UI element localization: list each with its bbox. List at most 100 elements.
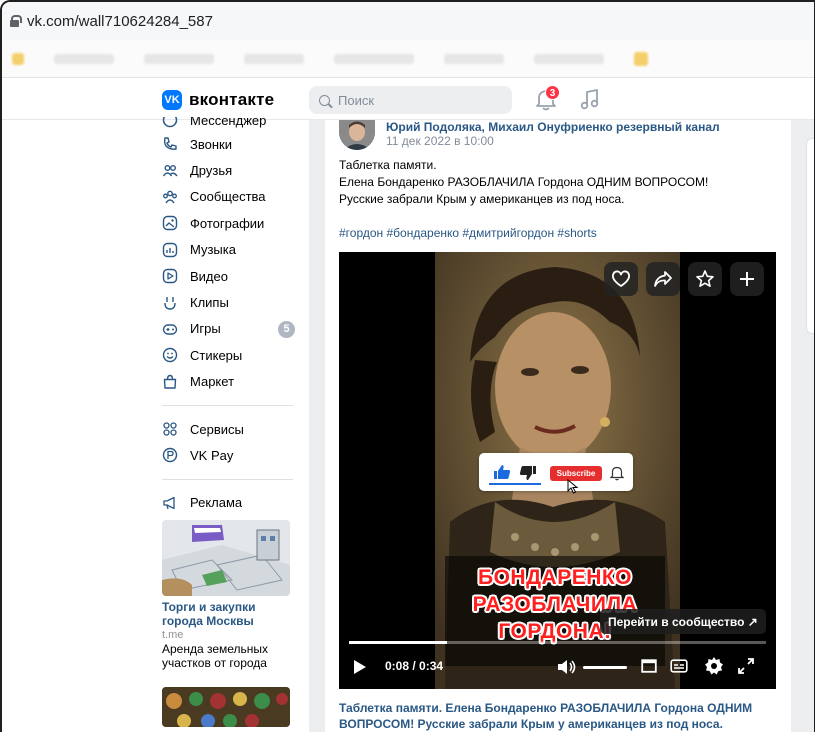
sidebar-item-video[interactable]: Видео [162,263,297,289]
video-progress-fill [349,641,447,644]
left-sidebar: Мессенджер Звонки Друзья Сообщества Фото… [162,117,297,732]
sidebar-item-music[interactable]: Музыка [162,237,297,263]
photo-icon [162,215,178,231]
right-panel-card [806,138,814,334]
sidebar-item-calls[interactable]: Звонки [162,131,297,157]
megaphone-icon [162,495,178,511]
cursor-icon [567,479,579,494]
phone-icon [162,136,178,152]
sidebar-item-vkpay[interactable]: VK Pay [162,442,297,468]
sidebar-item-label: Маркет [190,374,235,390]
clips-icon [162,295,178,311]
bookmark-item[interactable] [54,53,114,64]
notifications-button[interactable]: 3 [535,85,560,111]
post-hashtags[interactable]: #гордон #бондаренко #дмитрийгордон #shor… [339,226,597,240]
music-icon [162,242,178,258]
post-text-line: Елена Бондаренко РАЗОБЛАЧИЛА Гордона ОДН… [339,175,709,189]
star-icon [696,270,714,287]
bookmark-item[interactable] [444,53,504,64]
ad-image-game[interactable] [162,687,290,728]
address-bar[interactable]: vk.com/wall710624284_587 [2,2,814,40]
search-icon [319,94,330,106]
video-caption-line: Таблетка памяти. Елена Бондаренко РАЗОБЛ… [339,701,753,715]
sidebar-item-label: Стикеры [190,347,243,363]
bookmark-item[interactable] [244,53,304,64]
browser-window: vk.com/wall710624284_587 VK вконтакте По… [0,0,815,732]
sidebar-item-games[interactable]: Игры 5 [162,316,297,342]
chat-icon [162,117,178,128]
logo-text: вконтакте [189,90,275,109]
vk-header: VK вконтакте Поиск 3 [2,78,814,120]
avatar-photo [339,120,375,150]
bookmarks-bar [2,40,814,78]
music-note-icon [580,89,599,110]
bookmark-item[interactable] [144,53,214,64]
sidebar-item-friends[interactable]: Друзья [162,157,297,183]
sidebar-item-label: Видео [190,268,228,284]
video-icon [162,268,178,284]
volume-slider[interactable] [583,666,627,669]
post-author-link[interactable]: Юрий Подоляка, Михаил Онуфриенко резервн… [386,120,720,134]
bookmark-item[interactable] [534,53,604,64]
subtitles-icon[interactable] [670,659,688,673]
sidebar-item-label: VK Pay [190,447,234,463]
go-to-community-button[interactable]: Перейти в сообщество ↗ [600,609,766,634]
bookmark-item[interactable] [334,53,414,64]
video-caption-link[interactable]: Таблетка памяти. Елена Бондаренко РАЗОБЛ… [339,700,779,732]
communities-icon [162,189,178,205]
video-title-line: БОНДАРЕНКО [477,566,633,589]
games-count-badge: 5 [278,320,295,338]
video-progress-bar[interactable] [349,641,766,644]
sidebar-item-label: Сообщества [190,189,266,205]
search-input[interactable]: Поиск [309,86,512,114]
video-controls: 0:08 / 0:34 [339,650,776,680]
vkpay-icon [162,447,178,463]
sidebar-item-label: Музыка [190,242,236,258]
sidebar-item-clips[interactable]: Клипы [162,289,297,315]
share-icon [654,271,672,287]
ad-title[interactable]: Торги и закупки города Москвы [162,600,297,628]
heart-icon [612,270,630,287]
sidebar-item-services[interactable]: Сервисы [162,416,297,442]
bell-icon [610,466,624,481]
sidebar-item-communities[interactable]: Сообщества [162,184,297,210]
post-text-line: Русские забрали Крым у американцев из по… [339,192,625,206]
miniplayer-icon[interactable] [641,659,657,673]
ad-image[interactable] [162,520,290,597]
search-placeholder: Поиск [338,92,375,108]
ad-source: t.me [162,629,184,642]
music-player-button[interactable] [580,88,600,110]
services-icon [162,421,178,437]
bookmark-icon[interactable] [12,52,24,65]
sidebar-item-messenger[interactable]: Мессенджер [162,117,297,131]
vk-logo[interactable]: VK вконтакте [162,90,274,110]
wall-post: Юрий Подоляка, Михаил Онуфриенко резервн… [325,120,791,732]
post-date[interactable]: 11 дек 2022 в 10:00 [386,134,494,148]
friends-icon [162,163,178,179]
favorite-video-button[interactable] [688,262,722,296]
video-player[interactable]: Subscribe БОНДАРЕНКО РАЗОБЛАЧИЛА ГОРДОНА… [339,252,776,689]
video-like-subscribe-overlay: Subscribe [479,453,633,494]
sidebar-divider [162,478,293,480]
sidebar-item-market[interactable]: Маркет [162,369,297,395]
vk-logo-icon: VK [162,90,182,110]
add-video-button[interactable] [730,262,764,296]
url-text[interactable]: vk.com/wall710624284_587 [27,13,213,30]
bookmark-icon[interactable] [634,51,648,66]
sidebar-item-label: Игры [190,321,221,337]
author-avatar[interactable] [339,120,375,150]
sidebar-item-photos[interactable]: Фотографии [162,210,297,236]
like-video-button[interactable] [604,262,638,296]
volume-icon[interactable] [557,658,577,676]
settings-gear-icon[interactable] [704,656,724,676]
play-icon[interactable] [353,659,367,675]
sidebar-item-label: Фотографии [190,215,265,231]
sidebar-divider [162,404,293,406]
sidebar-item-label: Звонки [190,136,232,152]
sidebar-item-ads[interactable]: Реклама [162,490,297,516]
stickers-icon [162,347,178,363]
fullscreen-icon[interactable] [737,657,755,675]
lock-icon [10,15,22,27]
share-video-button[interactable] [646,262,680,296]
sidebar-item-stickers[interactable]: Стикеры [162,342,297,368]
